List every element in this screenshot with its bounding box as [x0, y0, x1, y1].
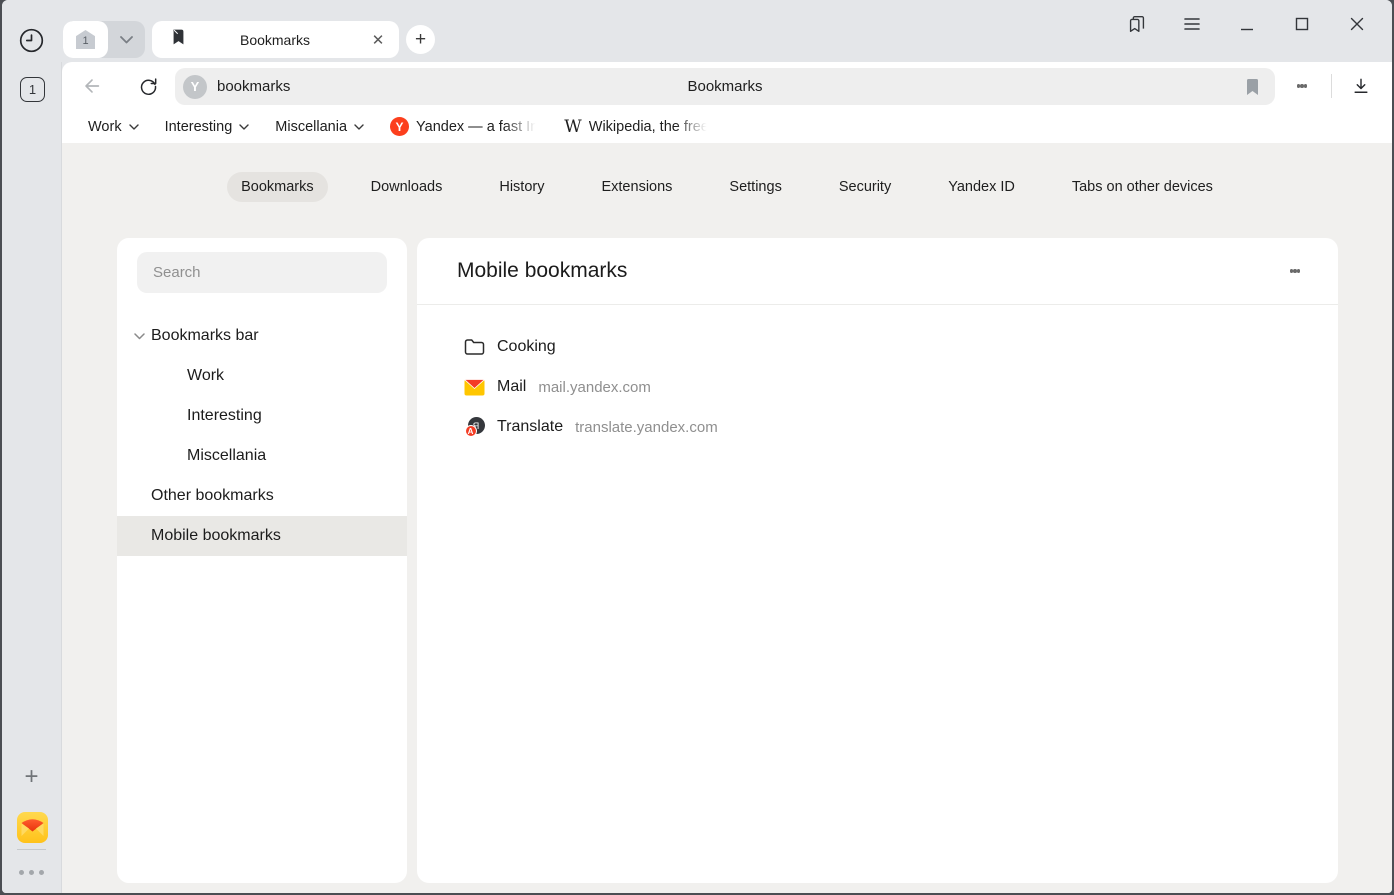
reload-icon[interactable] [126, 62, 170, 110]
bookmarks-main-panel: Mobile bookmarks Cooking Mail mail.yande… [417, 238, 1338, 883]
window-controls [1109, 0, 1384, 47]
tab-extensions[interactable]: Extensions [587, 172, 686, 202]
downloads-icon[interactable] [1344, 72, 1378, 100]
browser-logo-icon: Y [183, 75, 207, 99]
titlebar: 1 Bookmarks ✕ + [2, 0, 1392, 62]
tab-bookmarks[interactable]: Bookmarks [227, 172, 328, 202]
yandex-mail-icon [464, 379, 485, 396]
strip-divider [17, 849, 46, 850]
tree-label: Miscellania [187, 447, 266, 465]
folder-icon [464, 338, 485, 356]
link-label: Wikipedia, the free [589, 119, 709, 135]
tab-yandex-id[interactable]: Yandex ID [934, 172, 1029, 202]
chevron-down-icon [129, 124, 139, 130]
tree-item-bookmarks-bar[interactable]: Bookmarks bar [117, 316, 407, 356]
wikipedia-favicon: W [564, 117, 581, 137]
bookmark-flag-icon[interactable] [1239, 74, 1265, 100]
page-title: Bookmarks [175, 78, 1275, 95]
tab-downloads[interactable]: Downloads [357, 172, 457, 202]
chevron-down-icon [120, 36, 133, 44]
bookmark-url: translate.yandex.com [575, 419, 718, 436]
tree-item-other-bookmarks[interactable]: Other bookmarks [117, 476, 407, 516]
tree-label: Other bookmarks [151, 487, 274, 505]
active-tab[interactable]: Bookmarks ✕ [152, 21, 399, 58]
tree-item-miscellania[interactable]: Miscellania [117, 436, 407, 476]
search-input[interactable] [137, 252, 387, 293]
yandex-mail-app-icon[interactable] [17, 812, 48, 843]
bookmark-name: Cooking [497, 338, 556, 356]
bookmarks-bar-link-yandex[interactable]: Y Yandex — a fast In [390, 117, 538, 136]
tab-group-count[interactable]: 1 [63, 21, 108, 58]
workspace-1-button[interactable]: 1 [20, 77, 45, 102]
tab-close-icon[interactable]: ✕ [363, 25, 393, 55]
close-button[interactable] [1329, 4, 1384, 44]
bookmark-favicon-icon [170, 28, 187, 51]
bookmarks-bar-folder-work[interactable]: Work [88, 119, 139, 135]
list-item-translate[interactable]: Я A Translate translate.yandex.com [417, 407, 1338, 447]
bookmarks-bar-folder-interesting[interactable]: Interesting [165, 119, 250, 135]
folder-label: Work [88, 119, 122, 135]
address-bar[interactable]: Y bookmarks Bookmarks [175, 68, 1275, 105]
tree-item-interesting[interactable]: Interesting [117, 396, 407, 436]
bookmarks-bar: Work Interesting Miscellania Y Yandex — … [62, 110, 1392, 143]
tab-group-control[interactable]: 1 [63, 21, 145, 58]
bookmark-url: mail.yandex.com [538, 379, 651, 396]
tree-label: Bookmarks bar [151, 327, 259, 345]
menu-hamburger-icon[interactable] [1164, 4, 1219, 44]
bookmark-name: Translate [497, 418, 563, 436]
content-area: Bookmarks Downloads History Extensions S… [62, 143, 1392, 893]
tab-other-devices[interactable]: Tabs on other devices [1058, 172, 1227, 202]
minimize-button[interactable] [1219, 4, 1274, 44]
list-item-mail[interactable]: Mail mail.yandex.com [417, 367, 1338, 407]
side-strip: 1 + [2, 62, 62, 893]
panel-kebab-icon[interactable] [1280, 257, 1310, 285]
tree-label: Interesting [187, 407, 262, 425]
bookmarks-list: Cooking Mail mail.yandex.com Я A [417, 327, 1338, 447]
strip-more-icon[interactable] [2, 870, 61, 875]
tab-title: Bookmarks [187, 32, 363, 48]
history-clock-icon[interactable] [18, 27, 45, 54]
panel-header: Mobile bookmarks [417, 238, 1338, 305]
manager-nav: Bookmarks Downloads History Extensions S… [62, 172, 1392, 202]
chevron-down-icon[interactable] [134, 333, 151, 340]
panel-title: Mobile bookmarks [457, 238, 627, 304]
toolbar-kebab-icon[interactable] [1287, 72, 1317, 100]
chevron-down-icon [354, 124, 364, 130]
browser-window: 1 Bookmarks ✕ + [2, 0, 1392, 893]
tab-history[interactable]: History [485, 172, 558, 202]
yandex-favicon: Y [390, 117, 409, 136]
tree-item-mobile-bookmarks[interactable]: Mobile bookmarks [117, 516, 407, 556]
chevron-down-icon [239, 124, 249, 130]
new-tab-button[interactable]: + [406, 25, 435, 54]
maximize-button[interactable] [1274, 4, 1329, 44]
bookmarks-bar-folder-miscellania[interactable]: Miscellania [275, 119, 364, 135]
tab-settings[interactable]: Settings [715, 172, 795, 202]
bookmarks-bar-link-wikipedia[interactable]: W Wikipedia, the free [564, 117, 709, 137]
bookmarks-sidebar-panel: Bookmarks bar Work Interesting Miscellan… [117, 238, 407, 883]
tab-security[interactable]: Security [825, 172, 905, 202]
url-text: bookmarks [217, 78, 290, 95]
tab-shape-icon: 1 [76, 30, 95, 49]
tree-label: Mobile bookmarks [151, 527, 281, 545]
yandex-translate-icon: Я A [464, 417, 485, 437]
back-arrow-icon[interactable] [70, 62, 114, 110]
link-label: Yandex — a fast In [416, 119, 538, 135]
bookmarks-panel-icon[interactable] [1109, 4, 1164, 44]
strip-add-icon[interactable]: + [2, 763, 61, 791]
toolbar: Y bookmarks Bookmarks [62, 62, 1392, 110]
toolbar-divider [1331, 74, 1332, 98]
bookmark-name: Mail [497, 378, 526, 396]
list-item-cooking[interactable]: Cooking [417, 327, 1338, 367]
folder-label: Miscellania [275, 119, 347, 135]
bookmarks-tree: Bookmarks bar Work Interesting Miscellan… [117, 316, 407, 556]
tree-label: Work [187, 367, 224, 385]
tree-item-work[interactable]: Work [117, 356, 407, 396]
tab-group-chevron[interactable] [108, 21, 145, 58]
folder-label: Interesting [165, 119, 233, 135]
